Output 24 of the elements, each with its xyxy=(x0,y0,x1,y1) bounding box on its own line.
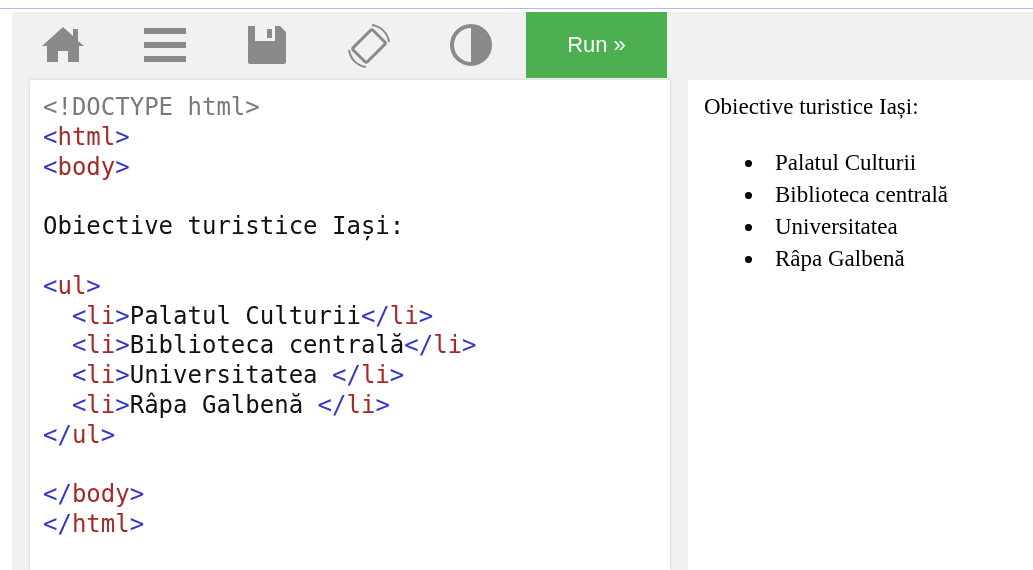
code-line: Obiective turistice Iași: xyxy=(43,212,405,241)
code-line: <li>Biblioteca centrală</li> xyxy=(70,331,477,360)
code-line: <body> xyxy=(43,152,130,181)
code-line: </html> xyxy=(43,510,145,539)
bullet-icon xyxy=(745,255,752,263)
list-item: Palatul Culturii xyxy=(775,150,917,176)
bullet-icon xyxy=(745,191,752,199)
list-item: Biblioteca centrală xyxy=(775,182,949,208)
code-line: <!DOCTYPE html> xyxy=(43,93,260,121)
list-item: Universitatea xyxy=(775,214,898,240)
rotate-device-icon[interactable] xyxy=(346,22,392,68)
code-line: <li>Palatul Culturii</li> xyxy=(70,301,434,330)
list-item: Râpa Galbenă xyxy=(775,246,905,272)
code-line: </ul> xyxy=(43,420,116,449)
code-line: <li>Râpa Galbenă </li> xyxy=(70,390,390,419)
code-line: <ul> xyxy=(43,271,101,300)
code-line: <html> xyxy=(43,122,130,151)
contrast-icon[interactable] xyxy=(448,22,494,68)
bullet-icon xyxy=(745,159,752,167)
code-line: </body> xyxy=(43,480,145,509)
code-editor[interactable]: <!DOCTYPE html> <html> <body> Obiective turistice Iași: <ul> <li>Palatul Culturii</li> <li>Biblioteca centrală</li> <li>Universitatea </li> <li>Râpa Galbenă </li> </ul> </body> </html> xyxy=(30,80,670,570)
preview-heading: Obiective turistice Iași: xyxy=(704,94,919,120)
code-line: <li>Universitatea </li> xyxy=(70,361,405,390)
bullet-icon xyxy=(745,223,752,231)
